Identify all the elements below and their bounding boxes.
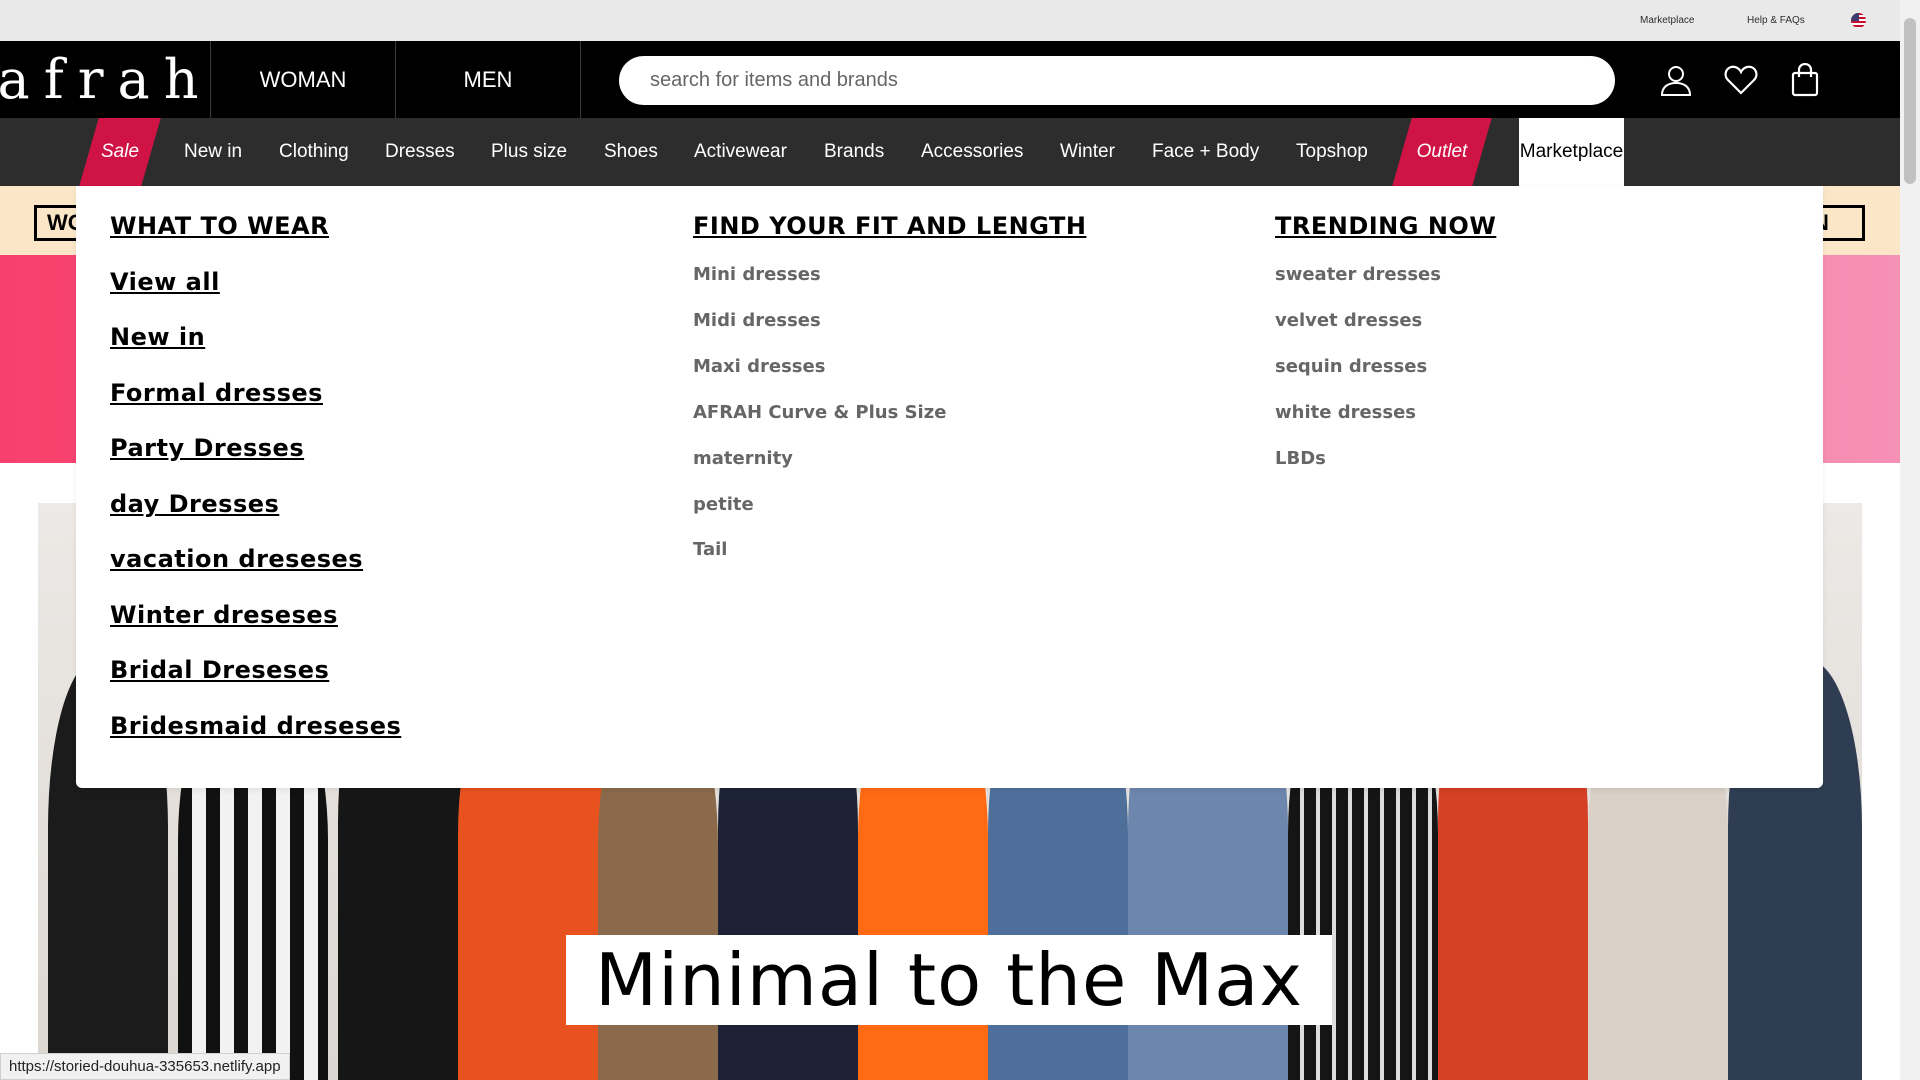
utility-help-link[interactable]: Help & FAQs <box>1747 15 1805 26</box>
site-logo[interactable]: afrah <box>0 41 211 118</box>
search-input[interactable] <box>619 56 1615 105</box>
nav-shoes[interactable]: Shoes <box>604 118 658 186</box>
link-vacation-dresses[interactable]: vacation dreseses <box>110 545 363 573</box>
link-winter-dresses[interactable]: Winter dreseses <box>110 601 338 629</box>
what-to-wear-heading[interactable]: WHAT TO WEAR <box>110 212 329 240</box>
dresses-dropdown-menu: WHAT TO WEAR View all New in Formal dres… <box>76 186 1823 788</box>
nav-marketplace[interactable]: Marketplace <box>1519 118 1624 186</box>
nav-dresses[interactable]: Dresses <box>385 118 455 186</box>
us-flag-icon[interactable] <box>1851 13 1866 28</box>
link-petite[interactable]: petite <box>693 494 754 515</box>
status-url: https://storied-douhua-335653.netlify.ap… <box>0 1053 290 1080</box>
utility-bar: Marketplace Help & FAQs <box>0 0 1900 41</box>
nav-accessories[interactable]: Accessories <box>921 118 1023 186</box>
link-sequin-dresses[interactable]: sequin dresses <box>1275 356 1427 377</box>
category-nav: Sale New in Clothing Dresses Plus size S… <box>0 118 1900 186</box>
link-mini-dresses[interactable]: Mini dresses <box>693 264 821 285</box>
hero-title: Minimal to the Max <box>595 938 1303 1022</box>
page-scrollbar[interactable] <box>1900 0 1920 1080</box>
nav-outlet[interactable]: Outlet <box>1402 118 1482 186</box>
nav-brands[interactable]: Brands <box>824 118 884 186</box>
link-midi-dresses[interactable]: Midi dresses <box>693 310 821 331</box>
link-white-dresses[interactable]: white dresses <box>1275 402 1416 423</box>
woman-tab[interactable]: WOMAN <box>211 41 396 118</box>
link-tail[interactable]: Tail <box>693 539 727 560</box>
nav-clothing[interactable]: Clothing <box>279 118 349 186</box>
link-lbds[interactable]: LBDs <box>1275 448 1326 469</box>
link-maternity[interactable]: maternity <box>693 448 793 469</box>
link-curve-plus-size[interactable]: AFRAH Curve & Plus Size <box>693 402 946 423</box>
link-velvet-dresses[interactable]: velvet dresses <box>1275 310 1422 331</box>
utility-marketplace-link[interactable]: Marketplace <box>1640 15 1694 26</box>
nav-plus-size[interactable]: Plus size <box>491 118 567 186</box>
nav-face-body[interactable]: Face + Body <box>1152 118 1259 186</box>
fit-length-heading[interactable]: FIND YOUR FIT AND LENGTH <box>693 212 1086 240</box>
link-sweater-dresses[interactable]: sweater dresses <box>1275 264 1441 285</box>
link-formal-dresses[interactable]: Formal dresses <box>110 379 323 407</box>
scrollbar-thumb[interactable] <box>1904 18 1916 184</box>
link-new-in[interactable]: New in <box>110 323 205 351</box>
nav-activewear[interactable]: Activewear <box>694 118 787 186</box>
nav-topshop[interactable]: Topshop <box>1296 118 1368 186</box>
nav-new-in[interactable]: New in <box>184 118 242 186</box>
hero-title-box: Minimal to the Max <box>566 935 1332 1025</box>
trending-heading[interactable]: TRENDING NOW <box>1275 212 1496 240</box>
link-maxi-dresses[interactable]: Maxi dresses <box>693 356 825 377</box>
user-icon[interactable] <box>1657 61 1695 99</box>
link-bridesmaid-dresses[interactable]: Bridesmaid dreseses <box>110 712 401 740</box>
heart-icon[interactable] <box>1722 61 1760 99</box>
bag-icon[interactable] <box>1786 61 1824 99</box>
nav-sale[interactable]: Sale <box>89 118 151 186</box>
link-party-dresses[interactable]: Party Dresses <box>110 434 304 462</box>
link-view-all[interactable]: View all <box>110 268 220 296</box>
main-header: afrah WOMAN MEN <box>0 41 1900 118</box>
link-day-dresses[interactable]: day Dresses <box>110 490 279 518</box>
link-bridal-dresses[interactable]: Bridal Dreseses <box>110 656 329 684</box>
nav-winter[interactable]: Winter <box>1060 118 1115 186</box>
men-tab[interactable]: MEN <box>396 41 581 118</box>
